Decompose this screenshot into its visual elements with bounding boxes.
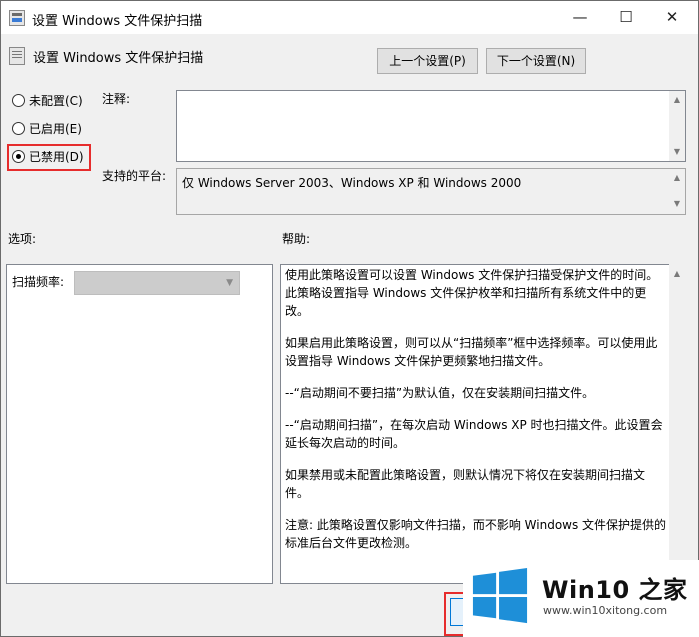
next-setting-button[interactable]: 下一个设置(N) (486, 48, 586, 74)
radio-circle[interactable] (12, 94, 25, 107)
platform-scrollbar[interactable]: ▲ ▼ (669, 169, 685, 213)
watermark-title: Win10 之家 (542, 576, 688, 604)
scan-frequency-label: 扫描频率: (12, 275, 65, 289)
platform-text: 仅 Windows Server 2003、Windows XP 和 Windo… (182, 176, 522, 190)
help-panel: 使用此策略设置可以设置 Windows 文件保护扫描受保护文件的时间。此策略设置… (280, 264, 671, 584)
comment-textarea[interactable] (176, 90, 686, 162)
scroll-up-arrow-icon[interactable]: ▲ (669, 266, 685, 282)
maximize-button[interactable]: ☐ (603, 1, 649, 34)
previous-setting-button[interactable]: 上一个设置(P) (377, 48, 478, 74)
scroll-down-arrow-icon[interactable]: ▼ (669, 196, 685, 212)
scroll-up-arrow-icon[interactable]: ▲ (669, 92, 685, 108)
help-paragraph: 如果禁用或未配置此策略设置，则默认情况下将仅在安装期间扫描文件。 (285, 468, 646, 500)
help-paragraph: 使用此策略设置可以设置 Windows 文件保护扫描受保护文件的时间。此策略设置… (285, 268, 659, 318)
radio-not-configured[interactable]: 未配置(C) (12, 91, 83, 111)
help-paragraph: 注意: 此策略设置仅影响文件扫描，而不影响 Windows 文件保护提供的标准后… (285, 518, 667, 550)
scroll-up-arrow-icon[interactable]: ▲ (669, 170, 685, 186)
policy-title: 设置 Windows 文件保护扫描 (33, 51, 204, 66)
radio-label: 已启用(E) (29, 122, 82, 136)
title-bar[interactable]: 设置 Windows 文件保护扫描 — ☐ ✕ (1, 1, 698, 34)
win10-watermark-logo: Win10 之家 www.win10xitong.com (463, 560, 699, 637)
window-title: 设置 Windows 文件保护扫描 (32, 14, 203, 29)
chevron-down-icon: ▼ (226, 278, 233, 288)
comment-label: 注释: (102, 92, 131, 106)
help-paragraph: --“启动期间扫描”，在每次启动 Windows XP 时也扫描文件。此设置会延… (285, 418, 663, 450)
policy-editor-icon (9, 10, 25, 26)
scan-frequency-dropdown[interactable]: ▼ (74, 271, 240, 295)
radio-label: 未配置(C) (29, 94, 83, 108)
policy-setting-icon (9, 47, 25, 65)
minimize-button[interactable]: — (557, 1, 603, 34)
scroll-down-arrow-icon[interactable]: ▼ (669, 144, 685, 160)
radio-circle[interactable] (12, 122, 25, 135)
close-button[interactable]: ✕ (649, 1, 695, 34)
options-label: 选项: (8, 232, 37, 246)
comment-scrollbar[interactable]: ▲ ▼ (669, 91, 685, 161)
windows-logo-icon (472, 567, 528, 624)
platform-label: 支持的平台: (102, 169, 167, 183)
help-paragraph: 如果启用此策略设置，则可以从“扫描频率”框中选择频率。可以使用此设置指导 Win… (285, 336, 658, 368)
help-label: 帮助: (282, 232, 311, 246)
watermark-url: www.win10xitong.com (543, 604, 668, 617)
help-paragraph: --“启动期间不要扫描”为默认值，仅在安装期间扫描文件。 (285, 386, 595, 400)
help-scrollbar[interactable]: ▲ ▼ (669, 264, 685, 584)
radio-enabled[interactable]: 已启用(E) (12, 119, 82, 139)
highlight-box (7, 144, 91, 171)
options-panel: 扫描频率: ▼ (6, 264, 273, 584)
policy-dialog-window: 设置 Windows 文件保护扫描 — ☐ ✕ 设置 Windows 文件保护扫… (0, 0, 699, 637)
platform-field: 仅 Windows Server 2003、Windows XP 和 Windo… (176, 168, 686, 215)
